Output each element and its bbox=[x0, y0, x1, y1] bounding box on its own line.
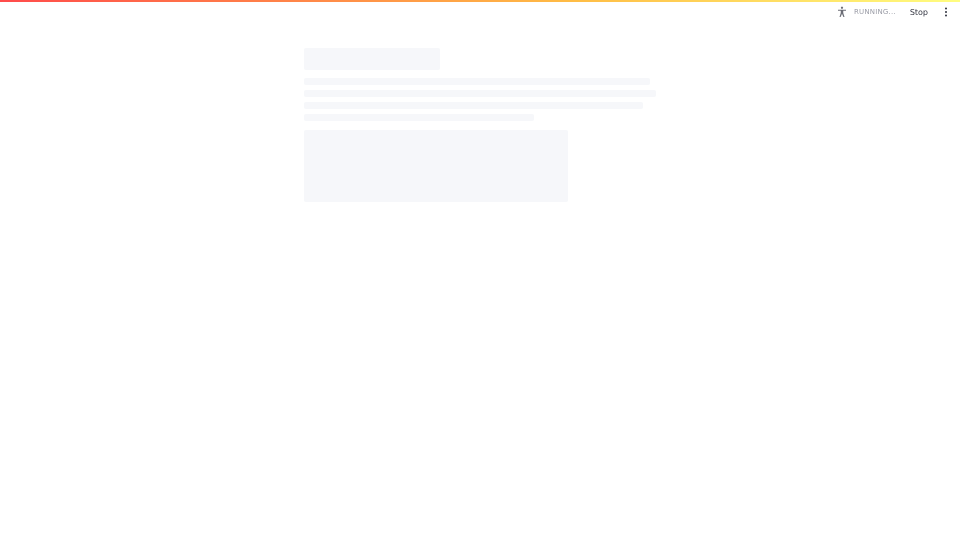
stop-button[interactable]: Stop bbox=[906, 6, 932, 19]
skeleton-text-line bbox=[304, 102, 643, 109]
header-decoration-bar bbox=[0, 0, 960, 2]
toolbar: RUNNING... Stop bbox=[834, 4, 956, 20]
running-person-icon bbox=[834, 4, 850, 20]
skeleton-block-placeholder bbox=[304, 130, 568, 202]
skeleton-title-placeholder bbox=[304, 48, 440, 70]
skeleton-text-line bbox=[304, 90, 656, 97]
kebab-menu-icon[interactable] bbox=[938, 4, 954, 20]
status-widget: RUNNING... bbox=[834, 4, 896, 20]
skeleton-text-line bbox=[304, 114, 534, 121]
status-text: RUNNING... bbox=[853, 8, 896, 16]
skeleton-text-line bbox=[304, 78, 650, 85]
